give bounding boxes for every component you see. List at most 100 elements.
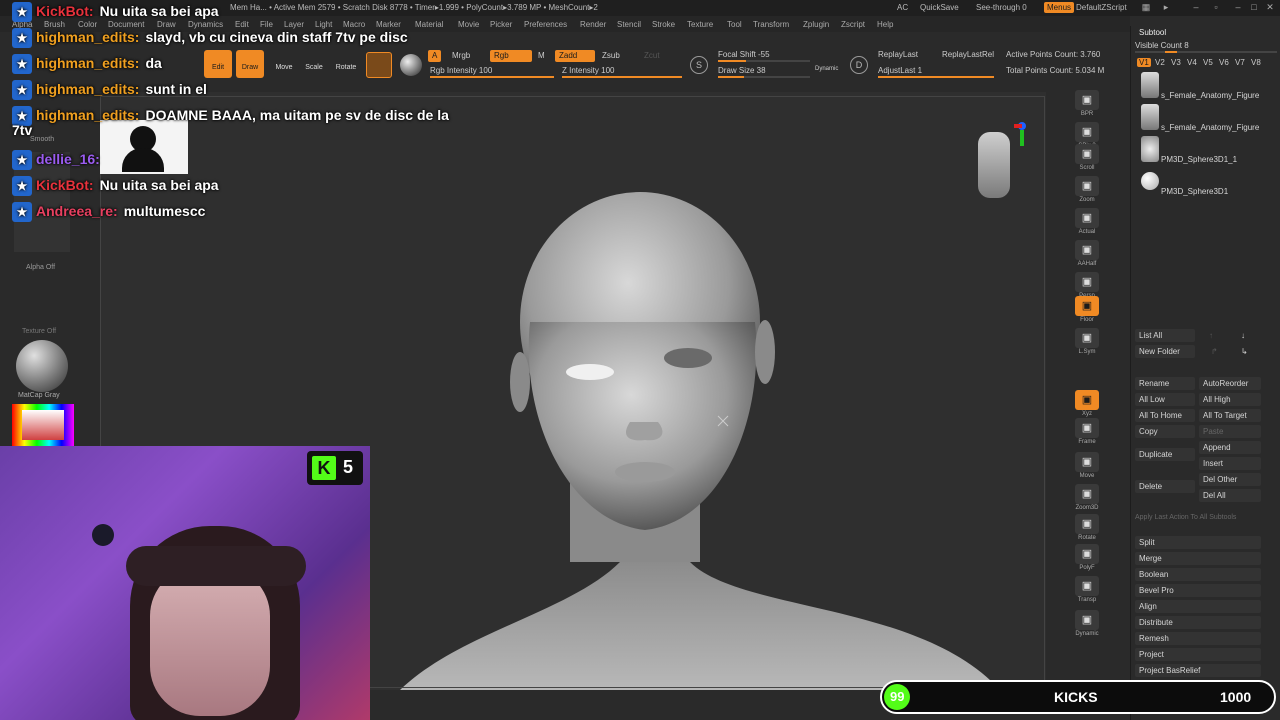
menu-preferences[interactable]: Preferences bbox=[524, 20, 567, 29]
distribute-button[interactable]: Distribute bbox=[1135, 616, 1261, 629]
close-icon[interactable]: ✕ bbox=[1264, 2, 1276, 12]
visible-count-track[interactable] bbox=[1135, 51, 1277, 53]
boolean-button[interactable]: Boolean bbox=[1135, 568, 1261, 581]
move-button[interactable]: ▣ Move bbox=[1072, 452, 1102, 479]
scroll-button[interactable]: ▣ Scroll bbox=[1072, 144, 1102, 171]
all-low-button[interactable]: All Low bbox=[1135, 393, 1195, 406]
palette-icon[interactable]: ▦ bbox=[1140, 2, 1152, 12]
new-folder-button[interactable]: New Folder bbox=[1135, 345, 1195, 358]
all-to-home-button[interactable]: All To Home bbox=[1135, 409, 1195, 422]
vtab-4[interactable]: V4 bbox=[1187, 58, 1197, 67]
menu-zplugin[interactable]: Zplugin bbox=[803, 20, 829, 29]
apply-last-action-button[interactable]: Apply Last Action To All Subtools bbox=[1135, 514, 1236, 521]
remesh-button[interactable]: Remesh bbox=[1135, 632, 1261, 645]
chat-username[interactable]: KickBot: bbox=[36, 3, 94, 19]
alpha-off-label[interactable]: Alpha Off bbox=[26, 264, 55, 271]
chat-username[interactable]: highman_edits: bbox=[36, 29, 139, 45]
vtab-8[interactable]: V8 bbox=[1251, 58, 1261, 67]
default-zscript-button[interactable]: DefaultZScript bbox=[1076, 3, 1127, 12]
ac-button[interactable]: AC bbox=[897, 3, 908, 12]
vtab-3[interactable]: V3 bbox=[1171, 58, 1181, 67]
persp-button[interactable]: ▣Persp bbox=[1072, 272, 1102, 299]
copy-button[interactable]: Copy bbox=[1135, 425, 1195, 438]
folder-up-icon[interactable]: ↱ bbox=[1211, 347, 1218, 356]
chat-username[interactable]: KickBot: bbox=[36, 177, 94, 193]
project-button[interactable]: Project bbox=[1135, 648, 1261, 661]
rename-button[interactable]: Rename bbox=[1135, 377, 1195, 390]
subtool-item[interactable]: s_Female_Anatomy_Figure bbox=[1135, 70, 1277, 102]
paste-button[interactable]: Paste bbox=[1199, 425, 1261, 438]
duplicate-button[interactable]: Duplicate bbox=[1135, 448, 1195, 461]
all-to-target-button[interactable]: All To Target bbox=[1199, 409, 1261, 422]
menu-help[interactable]: Help bbox=[877, 20, 893, 29]
dynamic-button[interactable]: ▣ Dynamic bbox=[1072, 610, 1102, 637]
see-through-slider[interactable]: See-through 0 bbox=[976, 3, 1027, 12]
lazy-mouse-icon[interactable]: S bbox=[690, 56, 708, 74]
vtab-2[interactable]: V2 bbox=[1155, 58, 1165, 67]
del-other-button[interactable]: Del Other bbox=[1199, 473, 1261, 486]
auto-reorder-button[interactable]: AutoReorder bbox=[1199, 377, 1261, 390]
chat-username[interactable]: highman_edits: bbox=[36, 107, 139, 123]
frame-button[interactable]: ▣ Frame bbox=[1072, 418, 1102, 445]
draw-size-slider[interactable] bbox=[718, 76, 810, 78]
align-button[interactable]: Align bbox=[1135, 600, 1261, 613]
zoom3d-button[interactable]: ▣ Zoom3D bbox=[1072, 484, 1102, 511]
visible-count-slider[interactable]: Visible Count 8 bbox=[1135, 41, 1189, 50]
transp-button[interactable]: ▣ Transp bbox=[1072, 576, 1102, 603]
dynamic-icon[interactable]: D bbox=[850, 56, 868, 74]
chat-username[interactable]: highman_edits: bbox=[36, 55, 139, 71]
append-button[interactable]: Append bbox=[1199, 441, 1261, 454]
replay-last-rel-button[interactable]: ReplayLastRel bbox=[942, 50, 994, 59]
focal-shift-slider[interactable] bbox=[718, 60, 810, 62]
bpr-button[interactable]: ▣ BPR bbox=[1072, 90, 1102, 117]
list-all-button[interactable]: List All bbox=[1135, 329, 1195, 342]
menu-stroke[interactable]: Stroke bbox=[652, 20, 675, 29]
menu-zscript[interactable]: Zscript bbox=[841, 20, 865, 29]
maximize-icon[interactable]: □ bbox=[1248, 2, 1260, 12]
polyf-button[interactable]: ▣ PolyF bbox=[1072, 544, 1102, 571]
m-toggle[interactable]: M bbox=[534, 50, 549, 62]
help-icon[interactable]: ▫ bbox=[1210, 2, 1222, 12]
adjust-last-bar[interactable] bbox=[878, 76, 994, 78]
arrow-down-icon[interactable]: ↓ bbox=[1241, 331, 1245, 340]
arrow-up-icon[interactable]: ↑ bbox=[1209, 331, 1213, 340]
subtool-item[interactable]: s_Female_Anatomy_Figure bbox=[1135, 102, 1277, 134]
subtool-item[interactable]: PM3D_Sphere3D1_1 bbox=[1135, 134, 1277, 166]
minimize-icon[interactable]: – bbox=[1190, 2, 1202, 12]
replay-last-button[interactable]: ReplayLast bbox=[878, 50, 918, 59]
texture-off-label[interactable]: Texture Off bbox=[22, 328, 56, 335]
all-high-button[interactable]: All High bbox=[1199, 393, 1261, 406]
menu-render[interactable]: Render bbox=[580, 20, 606, 29]
actual-button[interactable]: ▣ Actual bbox=[1072, 208, 1102, 235]
vtab-7[interactable]: V7 bbox=[1235, 58, 1245, 67]
menu-stencil[interactable]: Stencil bbox=[617, 20, 641, 29]
delete-button[interactable]: Delete bbox=[1135, 480, 1195, 493]
color-picker[interactable] bbox=[12, 404, 74, 446]
insert-button[interactable]: Insert bbox=[1199, 457, 1261, 470]
adjust-last-slider[interactable]: AdjustLast 1 bbox=[878, 66, 922, 75]
zsub-toggle[interactable]: Zsub bbox=[598, 50, 624, 62]
split-button[interactable]: Split bbox=[1135, 536, 1261, 549]
vtab-5[interactable]: V5 bbox=[1203, 58, 1213, 67]
chat-username[interactable]: Andreea_re: bbox=[36, 203, 118, 219]
project-basrelief-button[interactable]: Project BasRelief bbox=[1135, 664, 1261, 677]
l-sym-button[interactable]: ▣ L.Sym bbox=[1072, 328, 1102, 355]
chat-username[interactable]: dellie_16: bbox=[36, 151, 100, 167]
zcut-toggle[interactable]: Zcut bbox=[640, 50, 664, 62]
xyz-button[interactable]: ▣ Xyz bbox=[1072, 390, 1102, 417]
folder-down-icon[interactable]: ↳ bbox=[1241, 347, 1248, 356]
floor-button[interactable]: ▣ Floor bbox=[1072, 296, 1102, 323]
zoom-button[interactable]: ▣ Zoom bbox=[1072, 176, 1102, 203]
subtool-item[interactable]: PM3D_Sphere3D1 bbox=[1135, 166, 1277, 198]
menus-button[interactable]: Menus bbox=[1044, 2, 1075, 13]
chat-username[interactable]: highman_edits: bbox=[36, 81, 139, 97]
del-all-button[interactable]: Del All bbox=[1199, 489, 1261, 502]
bevel-pro-button[interactable]: Bevel Pro bbox=[1135, 584, 1261, 597]
menu-tool[interactable]: Tool bbox=[727, 20, 742, 29]
vtab-6[interactable]: V6 bbox=[1219, 58, 1229, 67]
menu-texture[interactable]: Texture bbox=[687, 20, 713, 29]
rotate-button[interactable]: ▣ Rotate bbox=[1072, 514, 1102, 541]
zadd-toggle[interactable]: Zadd bbox=[555, 50, 595, 62]
vtab-1[interactable]: V1 bbox=[1137, 58, 1151, 67]
dynamic-toggle[interactable]: Dynamic bbox=[815, 66, 838, 72]
